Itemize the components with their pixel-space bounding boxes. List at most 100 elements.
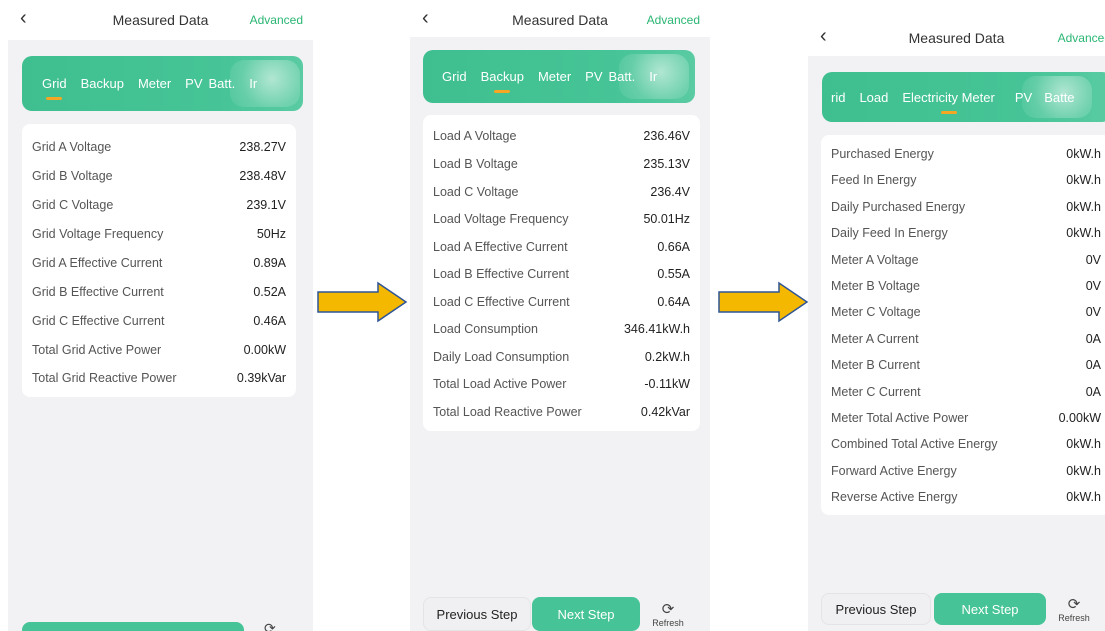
- tab-battery[interactable]: Batt.: [609, 69, 636, 84]
- tab-bar: rid Load Electricity Meter PV Batte: [822, 72, 1105, 122]
- row-value: 0kW.h: [1066, 437, 1101, 451]
- list-item: Meter A Current 0A: [831, 332, 1101, 346]
- tab-electricity-meter[interactable]: Electricity Meter: [902, 90, 995, 114]
- row-label: Load C Effective Current: [433, 295, 570, 309]
- row-value: 0.89A: [253, 256, 286, 270]
- row-value: 0.55A: [657, 267, 690, 281]
- tab-grid[interactable]: Grid: [42, 76, 67, 100]
- list-item: Grid Voltage Frequency 50Hz: [32, 227, 286, 241]
- list-item: Meter Total Active Power 0.00kW: [831, 411, 1101, 425]
- tab-pv[interactable]: PV: [185, 76, 202, 91]
- row-label: Daily Feed In Energy: [831, 226, 948, 240]
- advanced-link[interactable]: Advanced: [647, 13, 700, 27]
- list-item: Total Load Active Power -0.11kW: [433, 377, 690, 391]
- row-label: Purchased Energy: [831, 147, 934, 161]
- advanced-link[interactable]: Advanced: [1058, 31, 1105, 45]
- next-step-button[interactable]: [22, 622, 244, 631]
- row-label: Grid A Voltage: [32, 140, 112, 154]
- tab-grid[interactable]: Grid: [442, 69, 467, 84]
- previous-step-button[interactable]: Previous Step: [821, 593, 931, 625]
- tab-battery[interactable]: Batte: [1044, 90, 1074, 105]
- header: ‹ Measured Data Advanced: [808, 18, 1105, 56]
- tab-meter[interactable]: Meter: [538, 69, 571, 84]
- tabs: rid Load Electricity Meter PV Batte: [822, 72, 1075, 122]
- list-item: Meter C Voltage 0V: [831, 305, 1101, 319]
- previous-step-button[interactable]: Previous Step: [423, 597, 531, 631]
- row-value: 50.01Hz: [643, 212, 690, 226]
- row-value: 0kW.h: [1066, 490, 1101, 504]
- tab-inverter[interactable]: Ir: [249, 76, 257, 91]
- tab-grid[interactable]: rid: [831, 90, 845, 105]
- tab-pv[interactable]: PV: [1015, 90, 1032, 105]
- list-item: Combined Total Active Energy 0kW.h: [831, 437, 1101, 451]
- row-label: Grid B Effective Current: [32, 285, 164, 299]
- list-item: Total Grid Active Power 0.00kW: [32, 343, 286, 357]
- row-label: Load Voltage Frequency: [433, 212, 569, 226]
- list-item: Meter A Voltage 0V: [831, 253, 1101, 267]
- row-value: 0kW.h: [1066, 464, 1101, 478]
- tab-inverter[interactable]: Ir: [649, 69, 657, 84]
- row-value: 0V: [1085, 253, 1101, 267]
- next-step-button[interactable]: Next Step: [934, 593, 1046, 625]
- row-label: Feed In Energy: [831, 173, 917, 187]
- tab-pv[interactable]: PV: [585, 69, 602, 84]
- row-value: 0.00kW: [1058, 411, 1101, 425]
- list-item: Daily Feed In Energy 0kW.h: [831, 226, 1101, 240]
- row-label: Load A Effective Current: [433, 240, 568, 254]
- tab-battery[interactable]: Batt.: [209, 76, 236, 91]
- list-item: Grid C Effective Current 0.46A: [32, 314, 286, 328]
- list-item: Purchased Energy 0kW.h: [831, 147, 1101, 161]
- list-item: Total Load Reactive Power 0.42kVar: [433, 405, 690, 419]
- next-step-button[interactable]: Next Step: [532, 597, 640, 631]
- refresh-icon: ⟳: [1067, 596, 1081, 613]
- row-value: 0V: [1085, 279, 1101, 293]
- list-item: Meter B Current 0A: [831, 358, 1101, 372]
- row-label: Total Load Active Power: [433, 377, 567, 391]
- row-value: -0.11kW: [644, 377, 690, 391]
- data-card: Purchased Energy 0kW.h Feed In Energy 0kW.…: [821, 135, 1105, 515]
- refresh-button[interactable]: ⟳ Refresh: [1054, 596, 1094, 624]
- row-value: 0kW.h: [1066, 226, 1101, 240]
- tab-backup[interactable]: Backup: [81, 76, 124, 91]
- row-label: Reverse Active Energy: [831, 490, 958, 504]
- advanced-link[interactable]: Advanced: [250, 13, 303, 27]
- row-label: Meter B Current: [831, 358, 920, 372]
- data-card: Load A Voltage 236.46V Load B Voltage 235.…: [423, 115, 700, 431]
- refresh-button[interactable]: ⟳ Refresh: [648, 601, 688, 629]
- row-label: Load A Voltage: [433, 129, 517, 143]
- list-item: Load A Effective Current 0.66A: [433, 240, 690, 254]
- refresh-icon[interactable]: ⟳: [264, 620, 276, 631]
- row-label: Load B Voltage: [433, 157, 518, 171]
- tab-meter[interactable]: Meter: [138, 76, 171, 91]
- refresh-icon: ⟳: [661, 601, 675, 618]
- tabs: Grid Backup Meter PV Batt. Ir: [22, 56, 257, 111]
- row-value: 0V: [1085, 305, 1101, 319]
- tab-backup[interactable]: Backup: [481, 69, 524, 93]
- row-label: Total Grid Reactive Power: [32, 371, 177, 385]
- list-item: Forward Active Energy 0kW.h: [831, 464, 1101, 478]
- header: ‹ Measured Data Advanced: [410, 0, 710, 37]
- row-label: Meter C Voltage: [831, 305, 921, 319]
- arrow-right-icon: [317, 281, 408, 323]
- row-value: 0A: [1085, 332, 1101, 346]
- row-label: Grid B Voltage: [32, 169, 113, 183]
- row-value: 346.41kW.h: [623, 322, 690, 336]
- row-label: Meter C Current: [831, 385, 921, 399]
- row-value: 0.66A: [657, 240, 690, 254]
- screen-electricity-meter: ‹ Measured Data Advanced rid Load Electr…: [808, 18, 1105, 631]
- row-label: Load Consumption: [433, 322, 538, 336]
- row-value: 236.4V: [650, 185, 690, 199]
- row-label: Total Load Reactive Power: [433, 405, 582, 419]
- row-label: Meter Total Active Power: [831, 411, 969, 425]
- list-item: Grid B Effective Current 0.52A: [32, 285, 286, 299]
- tab-load[interactable]: Load: [859, 90, 888, 105]
- list-item: Feed In Energy 0kW.h: [831, 173, 1101, 187]
- row-label: Meter B Voltage: [831, 279, 920, 293]
- list-item: Load Voltage Frequency 50.01Hz: [433, 212, 690, 226]
- list-item: Grid C Voltage 239.1V: [32, 198, 286, 212]
- screen-backup: ‹ Measured Data Advanced Grid Backup Met…: [410, 0, 710, 631]
- tab-bar: Grid Backup Meter PV Batt. Ir: [22, 56, 303, 111]
- refresh-label: Refresh: [652, 618, 684, 628]
- row-value: 238.48V: [239, 169, 286, 183]
- list-item: Grid B Voltage 238.48V: [32, 169, 286, 183]
